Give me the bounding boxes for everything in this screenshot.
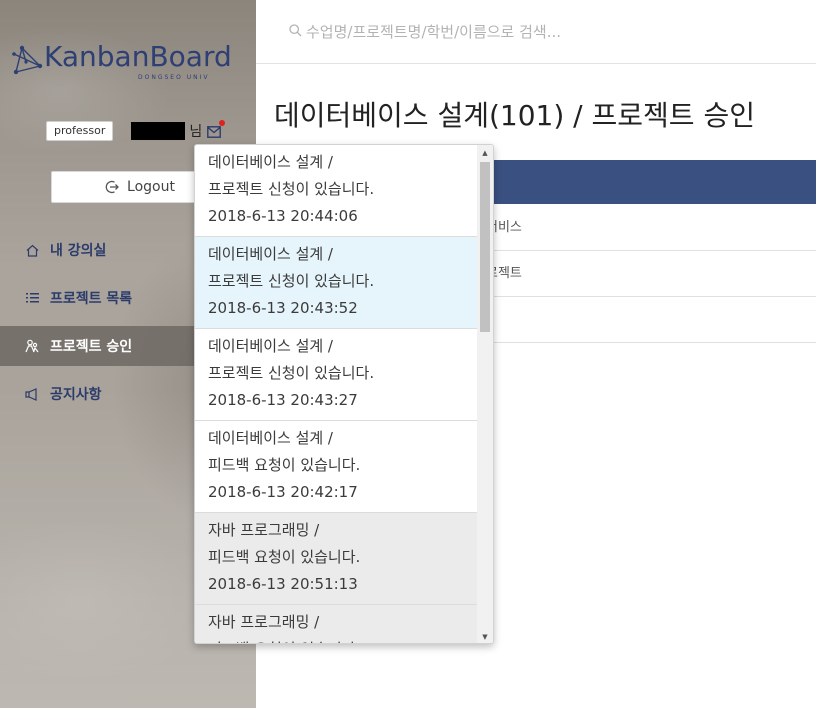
mail-icon xyxy=(207,126,222,138)
notification-course: 데이터베이스 설계 / xyxy=(208,153,333,171)
notification-item[interactable]: 데이터베이스 설계 / 프로젝트 신청이 있습니다. 2018-6-13 20:… xyxy=(195,145,479,237)
notification-message: 피드백 요청이 있습니다. xyxy=(208,456,361,474)
brand-logo[interactable]: KanbanBoard DONGSEO UNIV xyxy=(12,40,248,81)
sidebar-item-label: 프로젝트 목록 xyxy=(50,291,133,307)
messages-button[interactable] xyxy=(207,120,226,138)
notification-item[interactable]: 데이터베이스 설계 / 프로젝트 신청이 있습니다. 2018-6-13 20:… xyxy=(195,329,479,421)
scroll-up-arrow-icon[interactable]: ▲ xyxy=(477,145,493,161)
redacted-username xyxy=(131,122,186,140)
sidebar-item-label: 공지사항 xyxy=(50,387,102,403)
megaphone-icon xyxy=(24,386,40,402)
sidebar-item-label: 내 강의실 xyxy=(50,243,107,259)
search-input[interactable] xyxy=(306,18,786,46)
notification-message: 프로젝트 신청이 있습니다. xyxy=(208,180,375,198)
notification-time: 2018-6-13 20:42:17 xyxy=(208,483,358,501)
role-badge: professor xyxy=(46,121,114,141)
notification-dropdown: 데이터베이스 설계 / 프로젝트 신청이 있습니다. 2018-6-13 20:… xyxy=(194,144,494,644)
scrollbar-thumb[interactable] xyxy=(480,162,490,332)
notification-time: 2018-6-13 20:44:06 xyxy=(208,207,358,225)
notification-time: 2018-6-13 20:43:27 xyxy=(208,391,358,409)
people-icon xyxy=(24,338,40,354)
new-message-dot xyxy=(219,120,226,126)
notification-message: 프로젝트 신청이 있습니다. xyxy=(208,272,375,290)
top-search-bar xyxy=(256,0,816,64)
notification-course: 데이터베이스 설계 / xyxy=(208,429,333,447)
notification-message: 프로젝트 신청이 있습니다. xyxy=(208,364,375,382)
notification-course: 자바 프로그래밍 / xyxy=(208,613,320,631)
notification-item[interactable]: 자바 프로그래밍 / 피드백 요청이 있습니다. 2018-6-13 20:51… xyxy=(195,513,479,605)
notification-time: 2018-6-13 20:43:52 xyxy=(208,299,358,317)
honorific-suffix: 님 xyxy=(189,124,203,140)
logout-label: Logout xyxy=(127,179,175,195)
notification-item[interactable]: 데이터베이스 설계 / 프로젝트 신청이 있습니다. 2018-6-13 20:… xyxy=(195,237,479,329)
kanban-logo-icon xyxy=(12,45,43,75)
sidebar-item-label: 프로젝트 승인 xyxy=(50,339,133,355)
list-icon xyxy=(24,290,40,306)
brand-subtitle: DONGSEO UNIV xyxy=(138,74,210,81)
notification-course: 자바 프로그래밍 / xyxy=(208,521,320,539)
home-icon xyxy=(24,242,40,258)
logout-icon xyxy=(105,180,119,194)
notification-course: 데이터베이스 설계 / xyxy=(208,337,333,355)
user-info: professor 님 xyxy=(46,120,226,142)
search-icon xyxy=(289,24,302,37)
notification-time: 2018-6-13 20:51:13 xyxy=(208,575,358,593)
scroll-down-arrow-icon[interactable]: ▼ xyxy=(477,629,493,643)
notification-scrollbar[interactable]: ▲ ▼ xyxy=(477,145,493,643)
notification-item[interactable]: 데이터베이스 설계 / 피드백 요청이 있습니다. 2018-6-13 20:4… xyxy=(195,421,479,513)
notification-list: 데이터베이스 설계 / 프로젝트 신청이 있습니다. 2018-6-13 20:… xyxy=(195,145,479,643)
brand-name: KanbanBoard xyxy=(44,40,232,73)
notification-course: 데이터베이스 설계 / xyxy=(208,245,333,263)
page-title: 데이터베이스 설계(101) / 프로젝트 승인 xyxy=(274,99,755,132)
notification-message: 피드백 요청이 있습니다. xyxy=(208,636,479,643)
notification-item[interactable]: 자바 프로그래밍 / 피드백 요청이 있습니다. xyxy=(195,605,479,643)
notification-message: 피드백 요청이 있습니다. xyxy=(208,548,361,566)
